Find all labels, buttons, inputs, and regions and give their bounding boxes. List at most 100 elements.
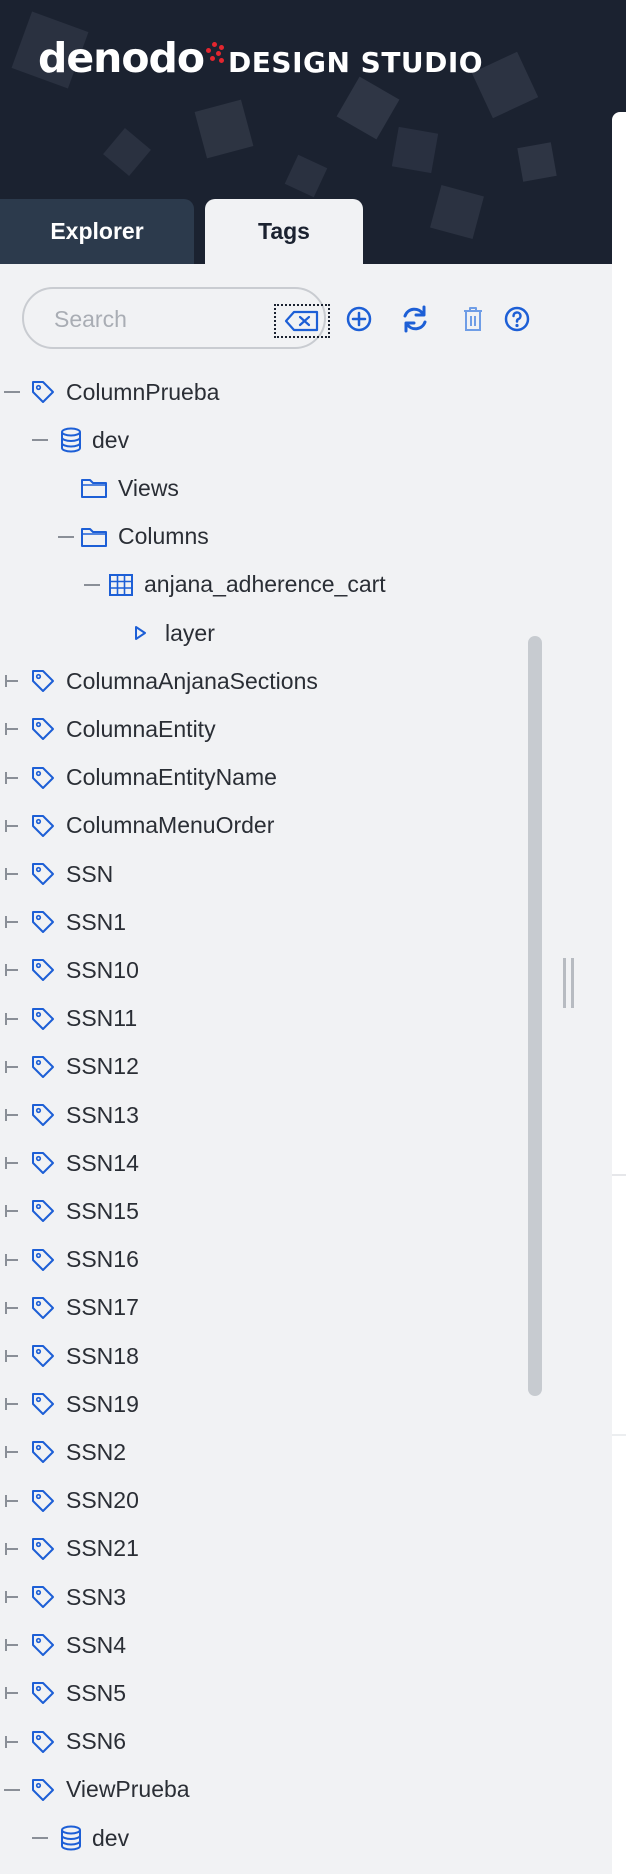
tab-label: Explorer xyxy=(50,218,144,244)
sidebar-resize-handle[interactable] xyxy=(563,958,577,1008)
database-icon xyxy=(60,427,82,453)
tree-item[interactable]: ColumnaAnjanaSections xyxy=(30,661,318,701)
tree-item[interactable]: Columns xyxy=(80,517,209,557)
expand-toggle[interactable] xyxy=(2,1103,22,1132)
tree-item-label: Columns xyxy=(118,523,209,550)
tree-item-label: Views xyxy=(118,474,179,501)
tag-icon xyxy=(30,1777,56,1803)
tree-item[interactable]: SSN15 xyxy=(30,1191,139,1231)
tree-item[interactable]: SSN12 xyxy=(30,1047,139,1087)
expand-toggle[interactable] xyxy=(2,1344,22,1373)
tree-item[interactable]: SSN5 xyxy=(30,1673,126,1713)
tree-item[interactable]: SSN14 xyxy=(30,1143,139,1183)
column-icon xyxy=(133,625,147,641)
tag-icon xyxy=(30,813,56,839)
expand-toggle[interactable] xyxy=(2,958,22,987)
tree-item[interactable]: SSN11 xyxy=(30,999,137,1039)
search-input[interactable] xyxy=(54,301,234,337)
tree-item[interactable]: anjana_adherence_cart xyxy=(108,565,386,605)
tree-item-label: SSN5 xyxy=(66,1679,127,1706)
tree-item[interactable]: SSN4 xyxy=(30,1625,126,1665)
expand-toggle[interactable] xyxy=(2,766,22,795)
expand-toggle[interactable] xyxy=(2,910,22,939)
tree-item[interactable]: SSN19 xyxy=(30,1384,139,1424)
tab-explorer[interactable]: Explorer xyxy=(0,199,194,264)
tree-item[interactable]: SSN6 xyxy=(30,1722,126,1762)
tree-item[interactable]: SSN10 xyxy=(30,950,139,990)
expand-toggle[interactable] xyxy=(2,1007,22,1036)
tree-item[interactable]: SSN2 xyxy=(30,1432,126,1472)
refresh-button[interactable] xyxy=(400,304,430,334)
tag-icon xyxy=(30,1584,56,1610)
expand-toggle[interactable] xyxy=(2,1248,22,1277)
tree-item[interactable]: ColumnPrueba xyxy=(30,372,219,412)
tree-item[interactable]: SSN xyxy=(30,854,113,894)
help-button[interactable] xyxy=(502,304,532,334)
expand-toggle[interactable] xyxy=(2,1489,22,1518)
tag-icon xyxy=(30,1680,56,1706)
tree-scrollbar[interactable] xyxy=(528,636,542,1396)
tree-item[interactable]: dev xyxy=(60,1818,129,1858)
collapse-toggle[interactable] xyxy=(2,1778,22,1807)
expand-toggle[interactable] xyxy=(2,669,22,698)
expand-toggle[interactable] xyxy=(2,1537,22,1566)
tree-item[interactable]: ColumnaMenuOrder xyxy=(30,806,274,846)
header-decoration xyxy=(103,128,151,176)
add-tag-button[interactable] xyxy=(344,304,374,334)
tree-item[interactable]: SSN21 xyxy=(30,1529,139,1569)
tree-item[interactable]: SSN1 xyxy=(30,902,126,942)
tree-item[interactable]: SSN17 xyxy=(30,1288,139,1328)
tag-icon xyxy=(30,1632,56,1658)
tree-item[interactable]: Views xyxy=(80,468,179,508)
tree-item-label: layer xyxy=(165,619,215,646)
expand-toggle[interactable] xyxy=(2,1296,22,1325)
expand-toggle[interactable] xyxy=(2,814,22,843)
expand-toggle[interactable] xyxy=(2,1681,22,1710)
expand-toggle[interactable] xyxy=(2,717,22,746)
tree-item[interactable]: ColumnaEntity xyxy=(30,709,216,749)
logo-dots-icon xyxy=(206,42,225,72)
expand-toggle[interactable] xyxy=(2,862,22,891)
search-box xyxy=(22,287,330,349)
expand-toggle[interactable] xyxy=(2,1392,22,1421)
collapse-toggle[interactable] xyxy=(82,573,102,602)
tree-item-label: SSN15 xyxy=(66,1197,139,1224)
collapse-toggle[interactable] xyxy=(30,428,50,457)
logo-wordmark: denodo xyxy=(38,34,205,82)
tree-item[interactable]: ColumnaEntityName xyxy=(30,758,277,798)
backspace-icon xyxy=(284,310,319,332)
tree-item-label: SSN20 xyxy=(66,1487,139,1514)
tree-item[interactable]: ViewPrueba xyxy=(30,1770,190,1810)
tree-item[interactable]: SSN13 xyxy=(30,1095,139,1135)
tree-item[interactable]: SSN16 xyxy=(30,1240,139,1280)
expand-toggle[interactable] xyxy=(2,1730,22,1759)
collapse-toggle[interactable] xyxy=(56,525,76,554)
expand-toggle[interactable] xyxy=(2,1633,22,1662)
tree-item[interactable]: Views xyxy=(80,1866,179,1874)
collapse-toggle[interactable] xyxy=(2,380,22,409)
expand-toggle[interactable] xyxy=(2,1440,22,1469)
tag-icon xyxy=(30,1439,56,1465)
expand-toggle[interactable] xyxy=(2,1585,22,1614)
clear-search-button[interactable] xyxy=(274,304,330,338)
expand-toggle[interactable] xyxy=(2,1151,22,1180)
tab-tags[interactable]: Tags xyxy=(205,199,363,264)
tree-item-label: SSN12 xyxy=(66,1053,139,1080)
tree-item-label: ColumnPrueba xyxy=(66,378,220,405)
tree-item-label: SSN3 xyxy=(66,1583,127,1610)
tree-item[interactable]: SSN3 xyxy=(30,1577,126,1617)
refresh-icon xyxy=(403,305,427,333)
tree-item-label: ViewPrueba xyxy=(66,1776,190,1803)
tree-item[interactable]: dev xyxy=(60,420,129,460)
delete-button[interactable] xyxy=(458,304,488,334)
pane-divider xyxy=(612,1174,626,1176)
tree-item[interactable]: SSN20 xyxy=(30,1481,139,1521)
expand-toggle[interactable] xyxy=(2,1055,22,1084)
tree-item-label: SSN6 xyxy=(66,1728,127,1755)
tree-item[interactable]: layer xyxy=(133,613,215,653)
tree-item-label: SSN1 xyxy=(66,908,127,935)
collapse-toggle[interactable] xyxy=(30,1826,50,1855)
expand-toggle[interactable] xyxy=(2,1199,22,1228)
add-icon xyxy=(346,306,372,332)
tree-item[interactable]: SSN18 xyxy=(30,1336,139,1376)
